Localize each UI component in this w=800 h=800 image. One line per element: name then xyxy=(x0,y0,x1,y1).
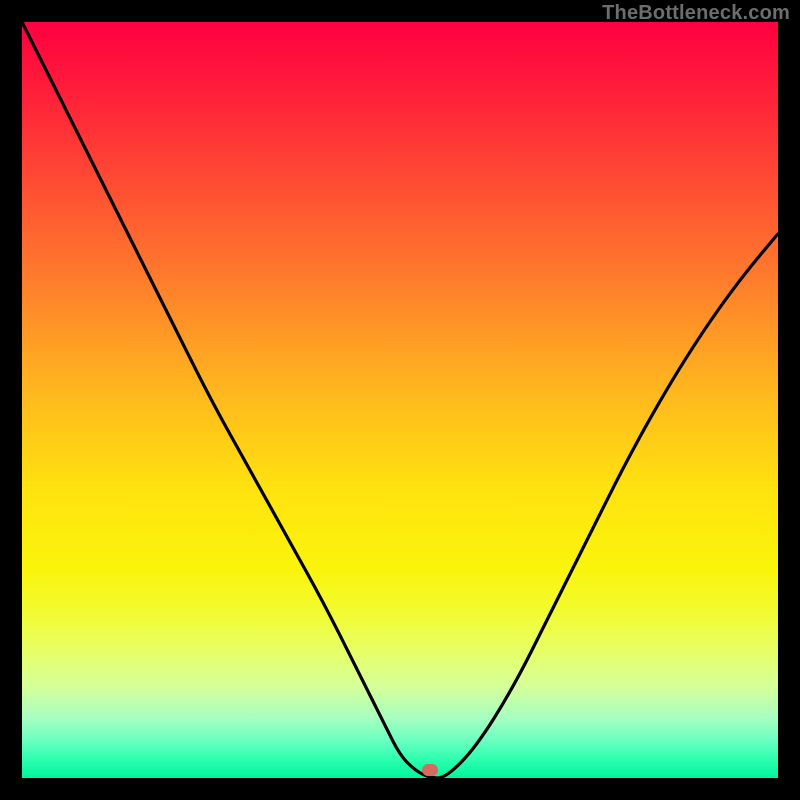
curve-layer xyxy=(22,22,778,778)
plot-area xyxy=(22,22,778,778)
chart-frame: TheBottleneck.com xyxy=(0,0,800,800)
optimal-point-marker xyxy=(422,764,438,776)
bottleneck-curve xyxy=(22,22,778,778)
watermark-text: TheBottleneck.com xyxy=(602,2,790,25)
